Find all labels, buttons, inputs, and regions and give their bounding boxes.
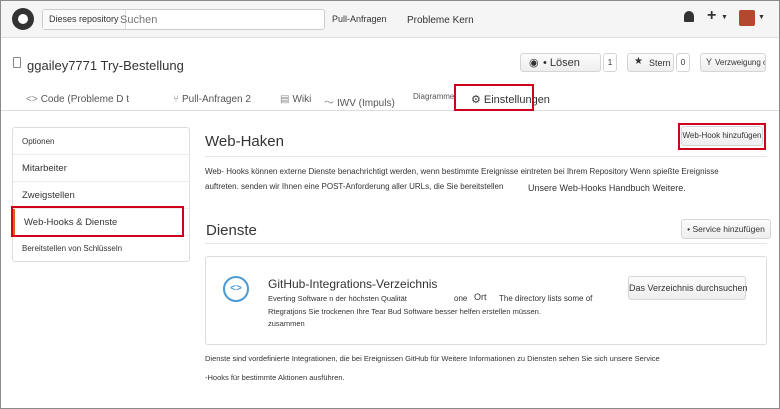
- nav-issues[interactable]: Probleme Kern: [407, 15, 474, 26]
- tab-pulse-label: IWV (Impuls): [337, 98, 395, 109]
- card-title[interactable]: GitHub-Integrations-Verzeichnis: [268, 277, 437, 291]
- tab-pulse[interactable]: 〜 IWV (Impuls): [324, 94, 395, 109]
- pull-request-icon: ⑂: [173, 94, 179, 105]
- watch-label: • Lösen: [543, 57, 580, 69]
- tab-wiki-label: Wiki: [292, 94, 312, 105]
- webhooks-description-line1: Web- Hooks können externe Dienste benach…: [205, 167, 719, 176]
- webhooks-sidebar-highlight: [11, 206, 184, 237]
- card-desc-right: The directory lists some of: [499, 294, 593, 303]
- integrations-icon: <>: [223, 276, 249, 302]
- avatar[interactable]: [739, 10, 755, 26]
- tab-pull-requests[interactable]: ⑂ Pull-Anfragen 2: [173, 94, 251, 105]
- fork-label: Verzweigung o: [715, 58, 766, 67]
- search-scope-label[interactable]: Dieses repository: [43, 10, 126, 29]
- book-icon: ▤: [280, 94, 290, 105]
- section-divider: [205, 243, 767, 244]
- card-desc-mid: one: [454, 294, 468, 303]
- webhooks-description-line2: auftreten. senden wir Ihnen eine POST-An…: [205, 182, 504, 191]
- pulse-icon: 〜: [324, 98, 334, 109]
- tab-wiki[interactable]: ▤ Wiki: [280, 94, 311, 105]
- card-desc-line3: zusammen: [268, 319, 305, 328]
- settings-tab-highlight: [454, 84, 534, 111]
- add-webhook-highlight: [678, 123, 766, 150]
- tab-code[interactable]: <> Code (Probleme D t: [26, 94, 129, 105]
- sidebar-item-options[interactable]: Optionen: [13, 128, 189, 155]
- section-divider: [205, 156, 767, 157]
- sidebar-item-branches[interactable]: Zweigstellen: [13, 182, 189, 209]
- card-desc-ort: Ort: [474, 292, 487, 302]
- chevron-down-icon[interactable]: ▼: [721, 14, 728, 21]
- card-desc-line1: Everting Software n der höchsten Qualitä…: [268, 294, 407, 303]
- search-input[interactable]: [116, 10, 323, 29]
- tab-pull-requests-label: Pull-Anfragen 2: [182, 94, 251, 105]
- star-label: Stern: [649, 58, 671, 68]
- fork-button[interactable]: Y Verzweigung o: [700, 53, 766, 72]
- watch-count[interactable]: 1: [603, 53, 617, 72]
- eye-icon: ◉: [529, 57, 539, 69]
- tab-code-label: Code (Probleme D t: [40, 94, 130, 105]
- repo-tabs: <> Code (Probleme D t ⑂ Pull-Anfragen 2 ▤ W…: [1, 87, 779, 111]
- watch-button[interactable]: ◉ • Lösen: [520, 53, 601, 72]
- top-header: Dieses repository Pull-Anfragen Probleme…: [1, 1, 779, 38]
- settings-sidebar: Optionen Mitarbeiter Zweigstellen Web-Ho…: [12, 127, 190, 262]
- github-logo-icon[interactable]: [12, 8, 34, 30]
- sidebar-item-deploy-keys[interactable]: Bereitstellen von Schlüsseln: [13, 236, 189, 262]
- nav-pull-requests[interactable]: Pull-Anfragen: [332, 14, 387, 24]
- code-icon: <>: [26, 94, 38, 105]
- search-box: Dieses repository: [42, 9, 325, 30]
- star-count[interactable]: 0: [676, 53, 690, 72]
- notification-bell-icon[interactable]: [684, 11, 694, 22]
- star-icon: ★: [634, 56, 643, 67]
- webhooks-guide-link[interactable]: Unsere Web-Hooks Handbuch Weitere.: [528, 181, 686, 196]
- card-desc-line2: Rtegratjons Sie trockenen Ihre Tear Bud …: [268, 307, 541, 316]
- star-button[interactable]: ★ Stern: [627, 53, 674, 72]
- sidebar-item-collaborators[interactable]: Mitarbeiter: [13, 155, 189, 182]
- integrations-directory-card: <> GitHub-Integrations-Verzeichnis Evert…: [205, 256, 767, 345]
- services-footer-line2: -Hooks für bestimmte Aktionen ausführen.: [205, 373, 345, 382]
- services-heading: Dienste: [206, 222, 257, 239]
- repo-icon: [13, 57, 21, 68]
- services-footer-line1: Dienste sind vordefinierte Integrationen…: [205, 354, 660, 363]
- add-service-button[interactable]: • Service hinzufügen: [681, 219, 771, 239]
- fork-icon: Y: [706, 57, 713, 67]
- plus-icon[interactable]: +: [707, 7, 716, 25]
- webhooks-heading: Web-Haken: [205, 133, 284, 150]
- tab-graphs[interactable]: Diagramme: [413, 92, 454, 101]
- chevron-down-icon[interactable]: ▼: [758, 14, 765, 21]
- repo-title[interactable]: ggailey7771 Try-Bestellung: [27, 58, 184, 73]
- browse-directory-button[interactable]: Das Verzeichnis durchsuchen: [628, 276, 748, 300]
